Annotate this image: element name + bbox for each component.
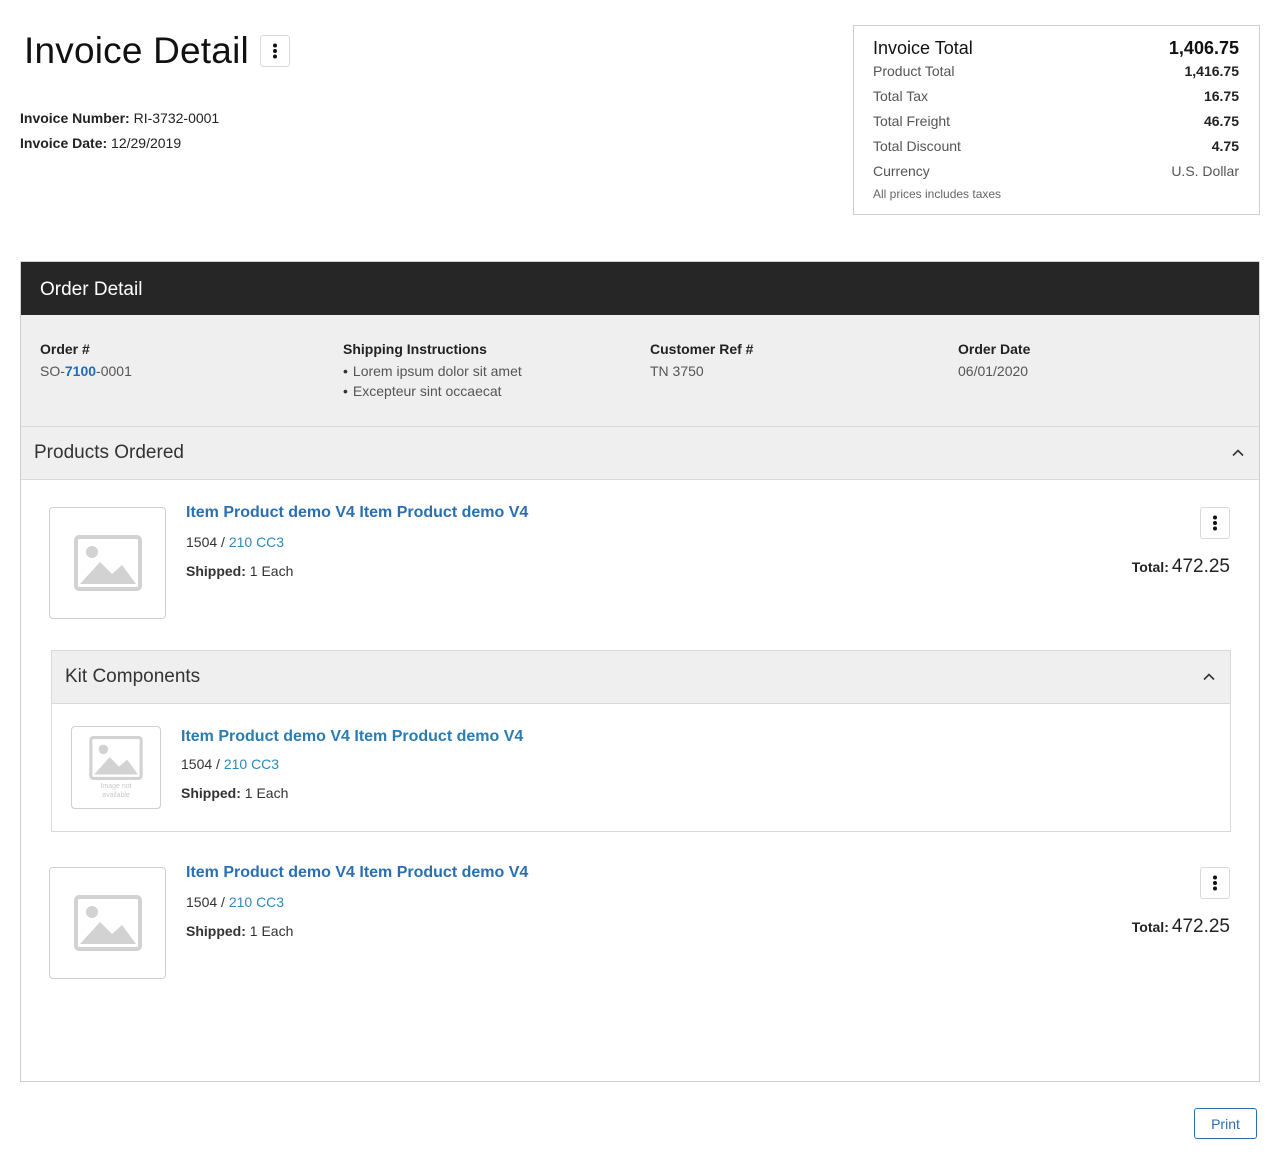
total-freight-label: Total Freight <box>873 113 951 129</box>
product-sku: 1504 / 210 CC3 <box>186 534 284 550</box>
more-vertical-icon <box>1213 875 1217 891</box>
product-name-link[interactable]: Item Product demo V4 Item Product demo V… <box>186 504 528 522</box>
product-total-label: Total: <box>1131 919 1169 935</box>
products-ordered-toggle[interactable]: Products Ordered <box>21 426 1259 480</box>
order-number-label: Order # <box>40 341 90 357</box>
print-button[interactable]: Print <box>1194 1108 1257 1139</box>
product-sku: 1504 / 210 CC3 <box>186 894 284 910</box>
customer-ref-value: TN 3750 <box>650 363 704 379</box>
product-image <box>49 507 166 619</box>
invoice-total-panel: Invoice Total 1,406.75 Product Total 1,4… <box>853 25 1260 215</box>
shipped-value: 1 Each <box>249 563 294 579</box>
kit-product-sku: 1504 / 210 CC3 <box>181 756 279 772</box>
shipping-instructions-label: Shipping Instructions <box>343 341 487 357</box>
currency-label: Currency <box>873 163 930 179</box>
order-number-highlight: 7100 <box>64 363 97 379</box>
currency-value: U.S. Dollar <box>1171 163 1239 179</box>
kit-sku-link[interactable]: 210 CC3 <box>224 756 279 772</box>
product-sku-number: 1504 / <box>186 534 229 550</box>
order-info-panel: Order # SO-7100-0001 Shipping Instructio… <box>21 315 1259 427</box>
order-date-value: 06/01/2020 <box>958 363 1029 379</box>
total-discount-value: 4.75 <box>1211 138 1239 154</box>
product-shipped: Shipped: 1 Each <box>186 563 293 579</box>
chevron-up-icon <box>1203 673 1215 681</box>
product-total: Total: 472.25 <box>1132 916 1230 938</box>
more-vertical-icon <box>1213 515 1217 531</box>
total-tax-value: 16.75 <box>1203 88 1239 104</box>
product-options-button[interactable] <box>1200 507 1230 539</box>
product-image <box>49 867 166 979</box>
products-ordered-title: Products Ordered <box>34 442 184 463</box>
page-title: Invoice Detail <box>24 30 249 71</box>
kit-components-toggle[interactable]: Kit Components <box>51 650 1231 704</box>
invoice-date: Invoice Date: 12/29/2019 <box>20 135 181 151</box>
total-discount-row: Total Discount 4.75 <box>873 138 1239 154</box>
invoice-total-value: 1,406.75 <box>1168 38 1239 58</box>
customer-ref-label: Customer Ref # <box>650 341 754 357</box>
product-total-value: 472.25 <box>1171 916 1230 937</box>
kit-product-name-link[interactable]: Item Product demo V4 Item Product demo V… <box>181 728 523 746</box>
invoice-number-value: RI-3732-0001 <box>133 110 220 126</box>
total-tax-label: Total Tax <box>873 88 928 104</box>
product-sku-link[interactable]: 210 CC3 <box>229 534 284 550</box>
invoice-total-label: Invoice Total <box>873 38 973 58</box>
kit-components-title: Kit Components <box>65 666 201 687</box>
invoice-number: Invoice Number: RI-3732-0001 <box>20 110 219 126</box>
total-discount-label: Total Discount <box>873 138 961 154</box>
shipped-label: Shipped: <box>181 785 241 801</box>
invoice-date-value: 12/29/2019 <box>111 135 182 151</box>
currency-row: Currency U.S. Dollar <box>873 163 1239 179</box>
invoice-date-label: Invoice Date: <box>20 135 108 151</box>
product-options-button[interactable] <box>1200 867 1230 899</box>
kit-product-shipped: Shipped: 1 Each <box>181 785 288 801</box>
order-detail-header: Order Detail <box>21 262 1259 315</box>
order-number-field: Order # SO-7100-0001 <box>40 341 132 379</box>
product-name-link[interactable]: Item Product demo V4 Item Product demo V… <box>186 864 528 882</box>
tax-note: All prices includes taxes <box>873 187 1002 201</box>
product-total-label: Product Total <box>873 63 955 79</box>
image-placeholder-icon <box>73 535 142 591</box>
shipping-instructions-field: Shipping Instructions Lorem ipsum dolor … <box>343 341 522 403</box>
shipped-label: Shipped: <box>186 923 246 939</box>
chevron-up-icon <box>1232 449 1244 457</box>
product-total-value: 472.25 <box>1171 556 1230 577</box>
customer-ref-field: Customer Ref # TN 3750 <box>650 341 753 379</box>
image-placeholder-icon <box>73 895 142 951</box>
product-total-label: Total: <box>1131 559 1169 575</box>
order-date-label: Order Date <box>958 341 1031 357</box>
order-detail-card: Order Detail Order # SO-7100-0001 Shippi… <box>20 261 1260 1082</box>
invoice-total-row: Invoice Total 1,406.75 <box>873 38 1239 59</box>
product-sku-link[interactable]: 210 CC3 <box>229 894 284 910</box>
order-number-value: SO-7100-0001 <box>40 363 132 379</box>
order-number-suffix: -0001 <box>96 363 132 379</box>
product-total-value: 1,416.75 <box>1184 63 1240 79</box>
shipped-value: 1 Each <box>249 923 294 939</box>
total-tax-row: Total Tax 16.75 <box>873 88 1239 104</box>
page-options-button[interactable] <box>260 35 290 67</box>
total-freight-row: Total Freight 46.75 <box>873 113 1239 129</box>
product-total: Total: 472.25 <box>1132 556 1230 578</box>
image-not-available-text: Image not available <box>100 782 132 799</box>
total-freight-value: 46.75 <box>1203 113 1239 129</box>
product-shipped: Shipped: 1 Each <box>186 923 293 939</box>
invoice-number-label: Invoice Number: <box>20 110 130 126</box>
shipping-instructions-list: Lorem ipsum dolor sit amet Excepteur sin… <box>343 363 522 399</box>
kit-sku-number: 1504 / <box>181 756 224 772</box>
kit-product-image: Image not available <box>71 726 161 809</box>
order-date-field: Order Date 06/01/2020 <box>958 341 1030 379</box>
more-vertical-icon <box>273 43 277 59</box>
image-placeholder-icon <box>89 735 143 780</box>
shipping-instruction-item: Excepteur sint occaecat <box>343 383 522 399</box>
shipping-instruction-item: Lorem ipsum dolor sit amet <box>343 363 522 379</box>
order-number-prefix: SO- <box>40 363 65 379</box>
product-total-row: Product Total 1,416.75 <box>873 63 1239 79</box>
shipped-value: 1 Each <box>244 785 289 801</box>
product-sku-number: 1504 / <box>186 894 229 910</box>
shipped-label: Shipped: <box>186 563 246 579</box>
